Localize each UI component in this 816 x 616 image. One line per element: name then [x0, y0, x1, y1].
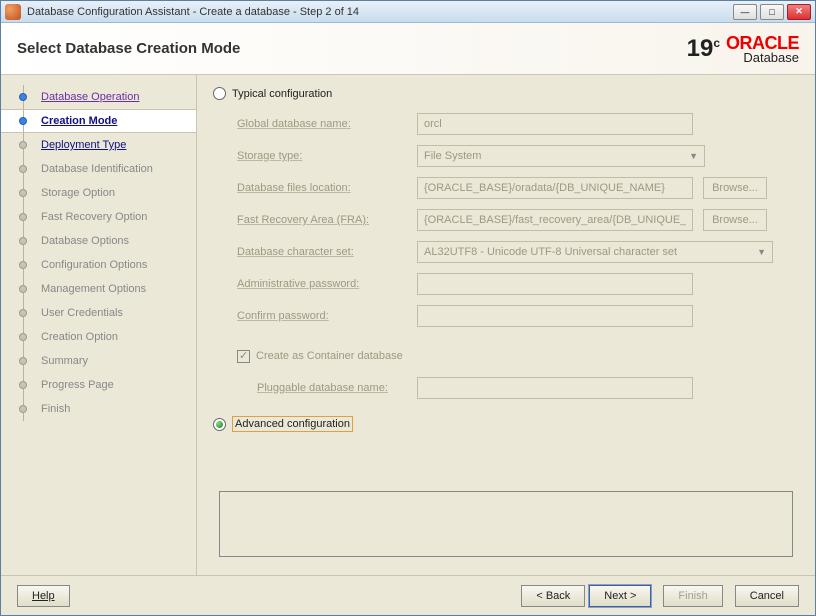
- charset-label: Database character set:: [237, 246, 417, 258]
- window-title: Database Configuration Assistant - Creat…: [27, 6, 733, 18]
- wizard-step-0[interactable]: Database Operation: [1, 85, 196, 109]
- typical-config-radio-row[interactable]: Typical configuration: [213, 87, 799, 100]
- main-panel: Typical configuration Global database na…: [197, 75, 815, 575]
- step-label: Database Options: [41, 235, 129, 247]
- next-button[interactable]: Next >: [589, 585, 651, 607]
- wizard-step-7: Configuration Options: [1, 253, 196, 277]
- step-bullet-icon: [19, 237, 27, 245]
- footer-buttons: Help < Back Next > Finish Cancel: [1, 575, 815, 615]
- wizard-step-12: Progress Page: [1, 373, 196, 397]
- step-bullet-icon: [19, 381, 27, 389]
- wizard-step-10: Creation Option: [1, 325, 196, 349]
- back-button[interactable]: < Back: [521, 585, 585, 607]
- step-bullet-icon: [19, 309, 27, 317]
- step-bullet-icon: [19, 405, 27, 413]
- step-label: Management Options: [41, 283, 146, 295]
- step-bullet-icon: [19, 141, 27, 149]
- global-db-input: [417, 113, 693, 135]
- container-db-label: Create as Container database: [256, 350, 403, 362]
- step-bullet-icon: [19, 285, 27, 293]
- confirm-pw-label: Confirm password:: [237, 310, 417, 322]
- step-bullet-icon: [19, 213, 27, 221]
- confirm-pw-input: [417, 305, 693, 327]
- pdb-input: [417, 377, 693, 399]
- typical-config-form: Global database name: Storage type: File…: [237, 108, 799, 404]
- advanced-config-radio[interactable]: [213, 418, 226, 431]
- wizard-steps-sidebar: Database Operation Creation Mode Deploymen…: [1, 75, 197, 575]
- page-title: Select Database Creation Mode: [17, 40, 687, 57]
- step-bullet-icon: [19, 189, 27, 197]
- step-bullet-icon: [19, 333, 27, 341]
- wizard-step-8: Management Options: [1, 277, 196, 301]
- step-bullet-icon: [19, 165, 27, 173]
- step-label: Finish: [41, 403, 70, 415]
- step-label: Deployment Type: [41, 139, 126, 151]
- wizard-step-5: Fast Recovery Option: [1, 205, 196, 229]
- fra-label: Fast Recovery Area (FRA):: [237, 214, 417, 226]
- admin-pw-input: [417, 273, 693, 295]
- maximize-button[interactable]: □: [760, 4, 784, 20]
- step-label: Database Identification: [41, 163, 153, 175]
- java-icon: [5, 4, 21, 20]
- files-location-label: Database files location:: [237, 182, 417, 194]
- container-db-checkbox: [237, 350, 250, 363]
- storage-type-label: Storage type:: [237, 150, 417, 162]
- wizard-step-3: Database Identification: [1, 157, 196, 181]
- step-label: User Credentials: [41, 307, 123, 319]
- step-label: Fast Recovery Option: [41, 211, 147, 223]
- wizard-step-1[interactable]: Creation Mode: [1, 109, 196, 133]
- step-label: Database Operation: [41, 91, 139, 103]
- header: Select Database Creation Mode 19c ORACLE…: [1, 23, 815, 75]
- admin-pw-label: Administrative password:: [237, 278, 417, 290]
- message-area: [219, 491, 793, 557]
- cancel-button[interactable]: Cancel: [735, 585, 799, 607]
- window-controls: — □ ✕: [733, 4, 811, 20]
- wizard-step-11: Summary: [1, 349, 196, 373]
- finish-button: Finish: [663, 585, 722, 607]
- step-label: Progress Page: [41, 379, 114, 391]
- step-bullet-icon: [19, 357, 27, 365]
- charset-select: AL32UTF8 - Unicode UTF-8 Universal chara…: [417, 241, 773, 263]
- step-label: Creation Option: [41, 331, 118, 343]
- step-label: Storage Option: [41, 187, 115, 199]
- version-number: 19c: [687, 35, 720, 62]
- step-label: Creation Mode: [41, 115, 117, 127]
- step-bullet-icon: [19, 117, 27, 125]
- wizard-step-9: User Credentials: [1, 301, 196, 325]
- help-button[interactable]: Help: [17, 585, 70, 607]
- step-label: Configuration Options: [41, 259, 147, 271]
- browse-files-button: Browse...: [703, 177, 767, 199]
- oracle-branding: 19c ORACLE Database: [687, 33, 799, 65]
- fra-input: [417, 209, 693, 231]
- content-area: Database Operation Creation Mode Deploymen…: [1, 75, 815, 575]
- pdb-label: Pluggable database name:: [257, 382, 417, 394]
- wizard-step-4: Storage Option: [1, 181, 196, 205]
- app-window: Database Configuration Assistant - Creat…: [0, 0, 816, 616]
- advanced-config-radio-row[interactable]: Advanced configuration: [213, 416, 799, 432]
- browse-fra-button: Browse...: [703, 209, 767, 231]
- wizard-step-6: Database Options: [1, 229, 196, 253]
- chevron-down-icon: ▼: [757, 247, 766, 257]
- close-button[interactable]: ✕: [787, 4, 811, 20]
- typical-config-radio[interactable]: [213, 87, 226, 100]
- titlebar[interactable]: Database Configuration Assistant - Creat…: [1, 1, 815, 23]
- files-location-input: [417, 177, 693, 199]
- advanced-config-label: Advanced configuration: [232, 416, 353, 432]
- step-label: Summary: [41, 355, 88, 367]
- wizard-step-2[interactable]: Deployment Type: [1, 133, 196, 157]
- chevron-down-icon: ▼: [689, 151, 698, 161]
- minimize-button[interactable]: —: [733, 4, 757, 20]
- typical-config-label: Typical configuration: [232, 88, 332, 100]
- step-bullet-icon: [19, 261, 27, 269]
- step-bullet-icon: [19, 93, 27, 101]
- storage-type-select: File System▼: [417, 145, 705, 167]
- wizard-step-13: Finish: [1, 397, 196, 421]
- global-db-label: Global database name:: [237, 118, 417, 130]
